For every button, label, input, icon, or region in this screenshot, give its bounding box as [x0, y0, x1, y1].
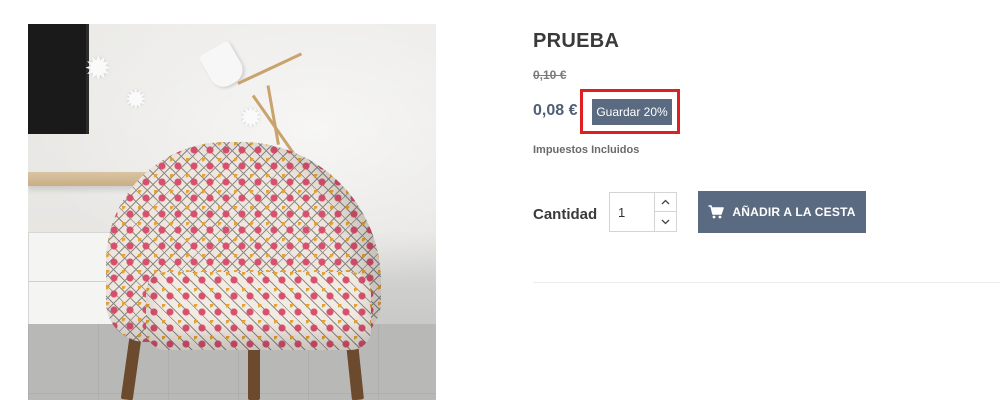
tv-screen [28, 24, 89, 134]
star-decoration: ✹ [84, 50, 113, 88]
quantity-decrease-button[interactable] [655, 212, 676, 231]
chevron-up-icon [661, 199, 670, 205]
add-to-cart-button[interactable]: AÑADIR A LA CESTA [698, 191, 866, 233]
quantity-increase-button[interactable] [655, 193, 676, 212]
quantity-label: Cantidad [533, 206, 598, 223]
shopping-cart-icon [708, 205, 725, 219]
quantity-input[interactable] [610, 193, 656, 231]
product-title: PRUEBA [533, 30, 620, 52]
star-decoration: ✹ [124, 84, 148, 115]
section-divider [533, 282, 1000, 283]
tax-note: Impuestos Incluidos [533, 144, 640, 156]
chair-seat [146, 272, 371, 350]
current-price: 0,08 € [533, 102, 578, 119]
discount-badge: Guardar 20% [592, 99, 672, 125]
quantity-stepper [609, 192, 677, 232]
product-page: ✹ ✹ ✹ PRUEBA 0,10 € 0,08 € Guardar 20% I… [0, 0, 1000, 400]
chevron-down-icon [661, 219, 670, 224]
quantity-stepper-buttons [654, 193, 676, 231]
chair-leg [248, 342, 260, 400]
regular-price: 0,10 € [533, 68, 567, 82]
add-to-cart-label: AÑADIR A LA CESTA [732, 205, 856, 219]
product-image[interactable]: ✹ ✹ ✹ [28, 24, 436, 400]
